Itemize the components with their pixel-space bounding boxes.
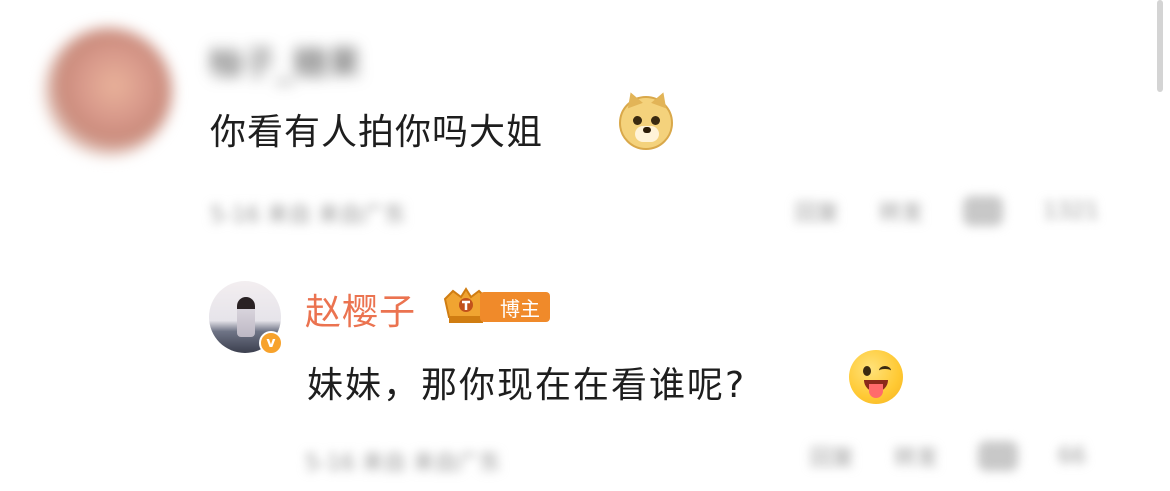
scrollbar[interactable] — [1157, 0, 1163, 92]
reply-meta: 5-16 来自 来自广东 — [305, 451, 501, 476]
comment-text: 你看有人拍你吗大姐 — [210, 112, 544, 153]
comment-actions: 回复 转发 1321 — [795, 195, 1099, 227]
emoji-eye-open — [863, 366, 871, 376]
emoji-eye-wink — [879, 366, 891, 375]
reply-actions: 回复 转发 66 — [810, 440, 1086, 472]
blogger-badge: 博主 — [480, 292, 550, 322]
replier-username[interactable]: 赵樱子 — [305, 283, 416, 335]
like-icon[interactable] — [963, 196, 1004, 226]
like-count: 1321 — [1043, 198, 1100, 224]
reply-like-count: 66 — [1058, 443, 1087, 469]
doge-ear-right — [651, 89, 671, 109]
avatar-figure — [237, 297, 255, 337]
emoji-tongue — [869, 384, 883, 398]
share-button[interactable]: 转发 — [879, 195, 923, 227]
doge-emoji-icon — [619, 89, 673, 150]
reply-like-icon[interactable] — [978, 441, 1019, 471]
reply-button[interactable]: 回复 — [795, 195, 839, 227]
doge-ear-left — [623, 89, 643, 109]
comment-meta: 5-16 来自 来自广东 — [210, 203, 406, 228]
commenter-username[interactable]: 柚子_糖果 — [208, 36, 361, 85]
reply-reply-button[interactable]: 回复 — [810, 440, 854, 472]
doge-nose — [643, 127, 651, 133]
doge-eye-right — [651, 116, 660, 125]
verified-badge-icon: v — [259, 331, 283, 355]
doge-eye-left — [633, 116, 642, 125]
reply-share-button[interactable]: 转发 — [894, 440, 938, 472]
commenter-avatar[interactable] — [44, 28, 172, 156]
reply-text: 妹妹，那你现在在看谁呢? — [307, 365, 747, 406]
tongue-wink-emoji-icon — [849, 350, 903, 404]
